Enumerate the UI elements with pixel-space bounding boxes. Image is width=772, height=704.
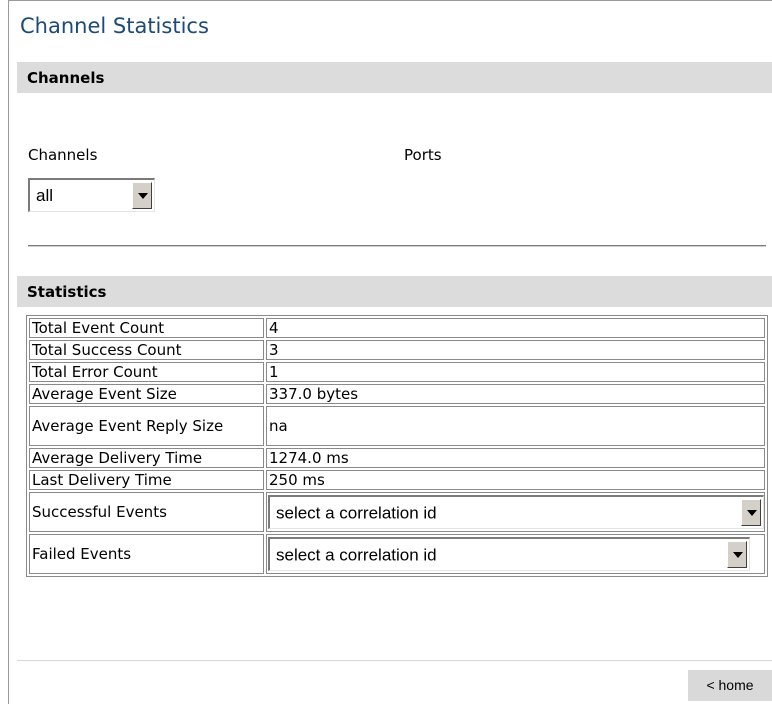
table-row: Average Event Size 337.0 bytes [29, 384, 765, 404]
section-divider [28, 245, 766, 247]
failed-events-select[interactable]: select a correlation id [268, 537, 750, 571]
table-row: Successful Events select a correlation i… [29, 492, 765, 532]
stat-value: na [266, 406, 765, 446]
home-button[interactable]: < home [688, 670, 772, 701]
statistics-table: Total Event Count 4 Total Success Count … [26, 315, 768, 577]
table-row: Total Success Count 3 [29, 340, 765, 360]
table-row: Last Delivery Time 250 ms [29, 470, 765, 490]
page-title: Channel Statistics [20, 14, 209, 38]
failed-events-select-value: select a correlation id [276, 545, 437, 564]
chevron-down-icon[interactable] [741, 499, 761, 526]
table-row: Average Event Reply Size na [29, 406, 765, 446]
table-row: Failed Events select a correlation id [29, 534, 765, 574]
channels-select[interactable]: all [28, 178, 155, 212]
successful-events-select-value: select a correlation id [276, 503, 437, 522]
successful-events-cell: select a correlation id [266, 492, 765, 532]
stat-value: 250 ms [266, 470, 765, 490]
table-row: Total Event Count 4 [29, 318, 765, 338]
successful-events-select[interactable]: select a correlation id [268, 495, 764, 529]
footer-divider [17, 660, 772, 661]
channels-section-header: Channels [17, 62, 772, 93]
chevron-down-icon[interactable] [727, 541, 747, 568]
stat-value: 4 [266, 318, 765, 338]
stat-value: 3 [266, 340, 765, 360]
stat-label: Total Error Count [29, 362, 264, 382]
channels-label: Channels [28, 146, 98, 164]
stat-label: Total Success Count [29, 340, 264, 360]
channels-select-value: all [36, 185, 54, 205]
stat-label: Average Delivery Time [29, 448, 264, 468]
stat-label: Total Event Count [29, 318, 264, 338]
ports-label: Ports [404, 146, 442, 164]
table-row: Total Error Count 1 [29, 362, 765, 382]
failed-events-cell: select a correlation id [266, 534, 765, 574]
stat-value: 1274.0 ms [266, 448, 765, 468]
stat-label: Last Delivery Time [29, 470, 264, 490]
failed-events-label: Failed Events [29, 534, 264, 574]
table-row: Average Delivery Time 1274.0 ms [29, 448, 765, 468]
successful-events-label: Successful Events [29, 492, 264, 532]
stat-label: Average Event Size [29, 384, 264, 404]
stat-value: 337.0 bytes [266, 384, 765, 404]
stat-label: Average Event Reply Size [29, 406, 264, 446]
stat-value: 1 [266, 362, 765, 382]
statistics-section-header: Statistics [17, 276, 772, 307]
chevron-down-icon[interactable] [132, 182, 152, 209]
